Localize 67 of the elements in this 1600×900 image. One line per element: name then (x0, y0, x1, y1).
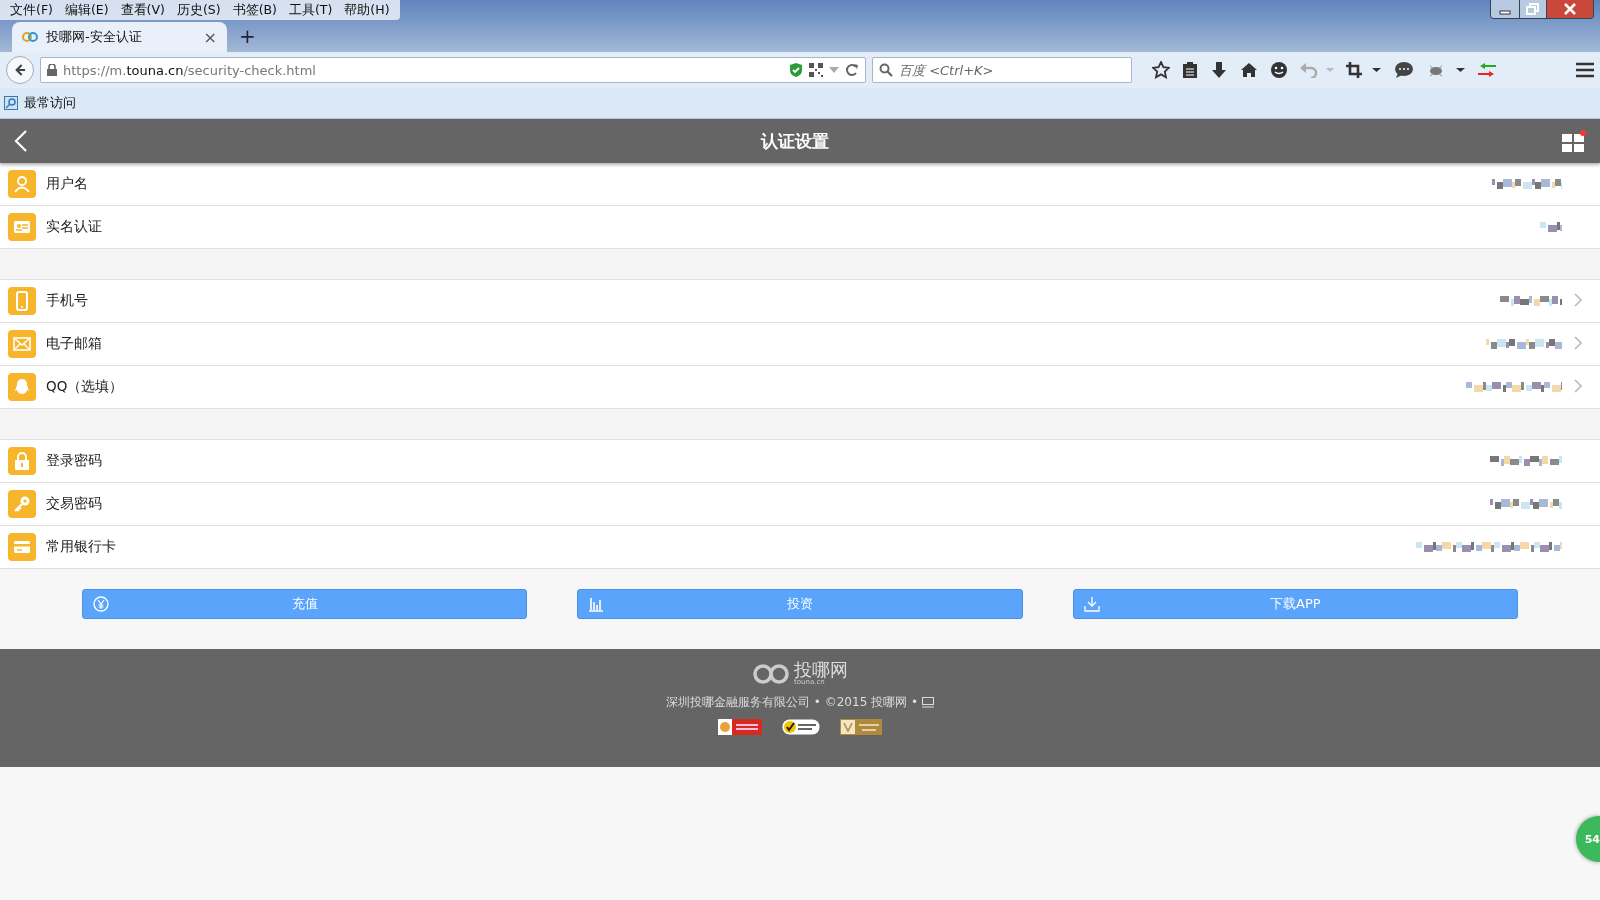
row-label: 电子邮箱 (46, 335, 103, 353)
norton-badge-icon (782, 719, 820, 735)
rings-icon (22, 31, 38, 43)
menu-item[interactable]: 工具(T) (282, 1, 339, 19)
url-text: https://m.touna.cn/security-check.html (63, 62, 317, 78)
settings-row[interactable]: 登录密码 (0, 440, 1600, 483)
tab-close-button[interactable]: × (203, 27, 217, 47)
page-title: 认证设置 (761, 129, 829, 153)
row-label: 手机号 (46, 292, 89, 310)
lock-icon (47, 64, 57, 76)
close-icon[interactable] (1546, 0, 1593, 18)
address-bar[interactable]: https://m.touna.cn/security-check.html (40, 57, 866, 83)
crop-icon[interactable] (1346, 62, 1382, 78)
download-icon (1083, 596, 1100, 612)
row-label: 常用银行卡 (46, 538, 117, 556)
redacted-value (1490, 456, 1562, 466)
redacted-value (1490, 499, 1562, 509)
redacted-value (1500, 296, 1562, 306)
qr-code-icon[interactable] (809, 63, 823, 77)
clipboard-icon[interactable] (1182, 61, 1198, 79)
new-tab-button[interactable]: + (239, 24, 256, 48)
settings-row[interactable]: 常用银行卡 (0, 526, 1600, 569)
menu-item[interactable]: 文件(F) (4, 1, 59, 19)
settings-row[interactable]: 电子邮箱 (0, 323, 1600, 366)
menu-item[interactable]: 帮助(H) (338, 1, 396, 19)
menu-item[interactable]: 历史(S) (170, 1, 227, 19)
bar-chart-icon (588, 596, 605, 612)
grid-icon[interactable] (1562, 130, 1586, 152)
back-icon[interactable] (14, 129, 28, 153)
back-button[interactable] (6, 56, 34, 84)
menu-item[interactable]: 编辑(E) (58, 1, 115, 19)
restore-icon[interactable] (1519, 0, 1546, 18)
redacted-value (1492, 179, 1562, 189)
row-label: QQ（选填） (46, 378, 125, 396)
row-label: 实名认证 (46, 218, 103, 236)
user-icon (11, 173, 33, 195)
monitor-icon[interactable] (921, 697, 934, 708)
search-field[interactable]: 百度 <Ctrl+K> (872, 57, 1132, 83)
settings-row[interactable]: 手机号 (0, 280, 1600, 323)
logo-icon (752, 662, 790, 685)
menu-item[interactable]: 书签(B) (226, 1, 283, 19)
settings-row[interactable]: 用户名 (0, 163, 1600, 206)
certification-badge-icon (840, 719, 882, 735)
search-icon (879, 63, 893, 77)
redacted-value (1540, 222, 1562, 232)
home-icon[interactable] (1240, 62, 1258, 78)
bookmark-link[interactable]: 最常访问 (24, 94, 76, 112)
tab-title: 投哪网-安全认证 (46, 28, 143, 46)
smiley-icon[interactable] (1270, 61, 1288, 79)
copyright-text: 深圳投哪金融服务有限公司 • ©2015 投哪网 • (666, 694, 918, 711)
browser-tab[interactable]: 投哪网-安全认证 × (12, 22, 227, 52)
chat-bubble-icon[interactable] (1394, 61, 1414, 79)
certification-badge-icon (718, 719, 762, 735)
row-label: 登录密码 (46, 452, 103, 470)
star-icon[interactable] (1152, 61, 1170, 79)
bookmark-folder-icon (4, 96, 18, 110)
transfer-arrows-icon[interactable] (1478, 62, 1496, 78)
row-label: 交易密码 (46, 495, 103, 513)
menu-item[interactable]: 查看(V) (114, 1, 171, 19)
yen-icon (93, 596, 109, 612)
logo-text: 投哪网 (794, 661, 848, 679)
settings-row[interactable]: 交易密码 (0, 483, 1600, 526)
row-label: 用户名 (46, 175, 89, 193)
reload-icon[interactable] (845, 63, 859, 77)
shield-icon (789, 62, 803, 78)
menu-icon[interactable] (1576, 62, 1594, 78)
download-icon[interactable] (1210, 61, 1228, 79)
